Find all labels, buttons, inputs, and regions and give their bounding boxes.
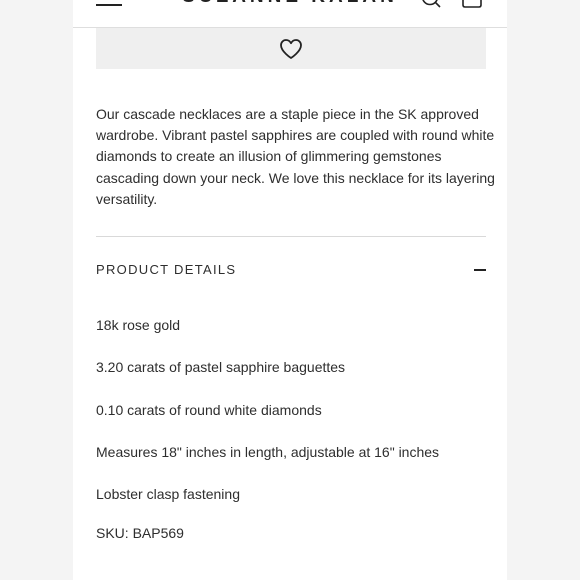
product-description: Our cascade necklaces are a staple piece… bbox=[96, 106, 495, 207]
detail-item-length: Measures 18" inches in length, adjustabl… bbox=[96, 444, 440, 460]
collapse-minus-icon[interactable] bbox=[474, 269, 486, 271]
product-page: SUZANNE KALAN Our cascade necklaces are … bbox=[73, 0, 507, 580]
site-header: SUZANNE KALAN bbox=[73, 0, 507, 28]
detail-sku: SKU: BAP569 bbox=[96, 525, 184, 541]
search-icon[interactable] bbox=[421, 0, 443, 10]
shopping-bag-icon[interactable] bbox=[461, 0, 483, 10]
divider bbox=[96, 236, 486, 237]
detail-item-clasp: Lobster clasp fastening bbox=[96, 486, 240, 502]
detail-item-diamonds: 0.10 carats of round white diamonds bbox=[96, 402, 322, 418]
product-details-heading[interactable]: PRODUCT DETAILS bbox=[96, 262, 236, 277]
add-to-wishlist-button[interactable] bbox=[96, 28, 486, 69]
detail-item-metal: 18k rose gold bbox=[96, 317, 181, 333]
heart-icon bbox=[280, 38, 302, 59]
detail-item-sapphires: 3.20 carats of pastel sapphire baguettes bbox=[96, 359, 346, 375]
